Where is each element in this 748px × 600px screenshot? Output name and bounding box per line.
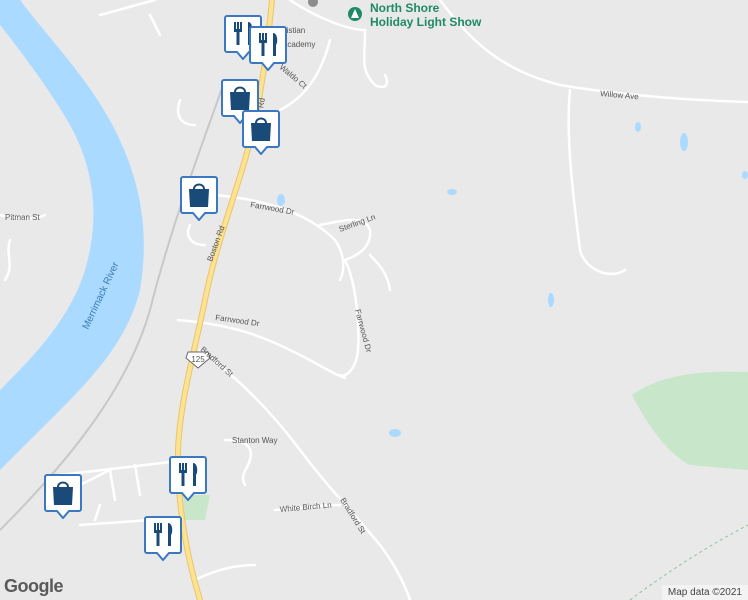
willow-ave-label: Willow Ave	[600, 89, 640, 101]
farrwood-dr-label-2: Farrwood Dr	[353, 308, 373, 354]
park-area	[632, 371, 748, 470]
restaurant-marker[interactable]	[248, 25, 288, 71]
road	[368, 253, 392, 292]
road	[176, 98, 197, 127]
pitman-st-label: Pitman St	[5, 213, 40, 222]
pond	[389, 429, 401, 437]
pond	[447, 189, 457, 195]
svg-text:125: 125	[191, 355, 205, 364]
road	[193, 563, 257, 582]
merrimack-river	[0, 0, 144, 470]
road	[567, 88, 627, 276]
restaurant-marker[interactable]	[143, 515, 183, 561]
map-canvas[interactable]: 125 North Shore Holiday Light Show Bri d…	[0, 0, 748, 600]
shopping-marker[interactable]	[179, 175, 219, 221]
bradford-st-road	[198, 348, 412, 600]
stanton-way-label: Stanton Way	[232, 436, 278, 445]
pond	[548, 293, 554, 307]
pond	[635, 122, 641, 132]
google-logo[interactable]: Google	[4, 576, 64, 597]
farrwood-dr-label-1: Farrwood Dr	[250, 200, 296, 217]
road	[186, 223, 207, 247]
willow-ave-road	[438, 0, 748, 104]
road	[0, 213, 47, 282]
shopping-marker[interactable]	[43, 473, 83, 519]
road	[362, 28, 389, 89]
road	[98, 0, 162, 37]
shopping-marker[interactable]	[241, 109, 281, 155]
svg-text:Holiday Light Show: Holiday Light Show	[370, 15, 482, 29]
bradford-st-label-2: Bradford St	[338, 496, 367, 536]
map-attribution[interactable]: Map data ©2021	[661, 585, 748, 600]
restaurant-marker[interactable]	[168, 455, 208, 501]
pond	[742, 171, 748, 179]
white-birch-ln-label: White Birch Ln	[279, 500, 332, 514]
svg-text:North Shore: North Shore	[370, 1, 440, 15]
north-shore-poi[interactable]: North Shore Holiday Light Show	[348, 1, 482, 29]
pond	[680, 133, 688, 151]
stanton-way-road	[223, 438, 253, 487]
